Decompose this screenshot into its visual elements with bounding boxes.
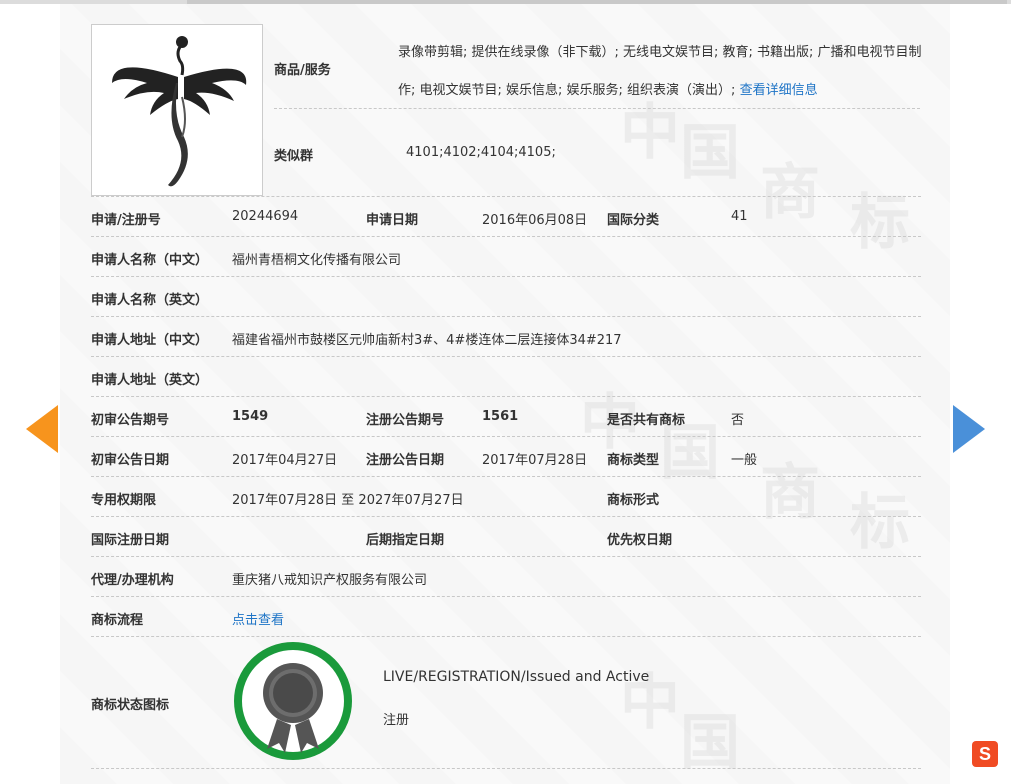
agent-value: 重庆猪八戒知识产权服务有限公司 [232, 573, 428, 588]
status-en-text: LIVE/REGISTRATION/Issued and Active [383, 669, 650, 685]
goods-list: 录像带剪辑; 提供在线录像（非下载）; 无线电文娱节目; 教育; 书籍出版; 广… [398, 45, 922, 98]
divider [274, 108, 920, 109]
divider [91, 236, 921, 237]
priority-label: 优先权日期 [607, 533, 673, 548]
arrow-right-icon[interactable] [953, 405, 985, 453]
applicant-en-label: 申请人名称（英文） [91, 293, 209, 308]
watermark-char: 中 [620, 668, 680, 738]
divider [91, 396, 921, 397]
applicant-cn-value: 福州青梧桐文化传播有限公司 [232, 253, 402, 268]
app-date-value: 2016年06月08日 [482, 213, 588, 228]
form-label: 商标形式 [607, 493, 660, 508]
trademark-logo-image[interactable] [91, 24, 263, 196]
address-cn-value: 福建省福州市鼓楼区元帅庙新村3#、4#楼连体二层连接体34#217 [232, 333, 622, 348]
divider [91, 276, 921, 277]
process-label: 商标流程 [91, 613, 144, 628]
agent-label: 代理/办理机构 [91, 573, 174, 588]
address-cn-label: 申请人地址（中文） [91, 333, 209, 348]
reg-pub-no-label: 注册公告期号 [366, 413, 445, 428]
address-en-label: 申请人地址（英文） [91, 373, 209, 388]
divider [91, 436, 921, 437]
reg-pub-date-label: 注册公告日期 [366, 453, 445, 468]
divider [91, 636, 921, 637]
applicant-cn-label: 申请人名称（中文） [91, 253, 209, 268]
intl-reg-label: 国际注册日期 [91, 533, 170, 548]
similar-group-value: 4101;4102;4104;4105; [406, 145, 556, 160]
prelim-no-value: 1549 [232, 409, 269, 424]
divider [91, 476, 921, 477]
intl-class-value: 41 [731, 209, 748, 224]
shared-value: 否 [731, 413, 745, 428]
divider [91, 316, 921, 317]
goods-label: 商品/服务 [274, 63, 331, 78]
phoenix-logo-icon [112, 36, 247, 187]
view-details-link[interactable]: 查看详细信息 [740, 83, 818, 98]
divider [91, 516, 921, 517]
watermark-char: 标 [850, 188, 910, 258]
divider [91, 768, 921, 769]
type-label: 商标类型 [607, 453, 660, 468]
term-label: 专用权期限 [91, 493, 157, 508]
watermark-char: 标 [850, 488, 910, 558]
watermark-char: 商 [760, 158, 820, 228]
reg-no-label: 申请/注册号 [91, 213, 161, 228]
type-value: 一般 [731, 453, 758, 468]
later-label: 后期指定日期 [366, 533, 445, 548]
divider [91, 356, 921, 357]
process-view-link[interactable]: 点击查看 [232, 609, 284, 628]
term-value: 2017年07月28日 至 2027年07月27日 [232, 493, 464, 508]
sogou-s-icon[interactable]: S [972, 741, 998, 767]
reg-pub-no-value: 1561 [482, 409, 519, 424]
status-label: 商标状态图标 [91, 698, 170, 713]
prelim-date-label: 初审公告日期 [91, 453, 170, 468]
similar-group-label: 类似群 [274, 149, 314, 164]
prelim-date-value: 2017年04月27日 [232, 453, 338, 468]
goods-text: 录像带剪辑; 提供在线录像（非下载）; 无线电文娱节目; 教育; 书籍出版; 广… [398, 34, 923, 110]
divider [91, 596, 921, 597]
reg-no-value: 20244694 [232, 209, 299, 224]
shared-label: 是否共有商标 [607, 413, 686, 428]
prelim-no-label: 初审公告期号 [91, 413, 170, 428]
watermark-char: 国 [680, 118, 740, 188]
intl-class-label: 国际分类 [607, 213, 660, 228]
reg-pub-date-value: 2017年07月28日 [482, 453, 588, 468]
divider [91, 556, 921, 557]
registered-seal-icon [234, 642, 352, 760]
watermark-char: 商 [760, 458, 820, 528]
app-date-label: 申请日期 [366, 213, 419, 228]
arrow-left-icon[interactable] [26, 405, 58, 453]
divider [91, 196, 921, 197]
status-cn-text: 注册 [383, 713, 410, 728]
